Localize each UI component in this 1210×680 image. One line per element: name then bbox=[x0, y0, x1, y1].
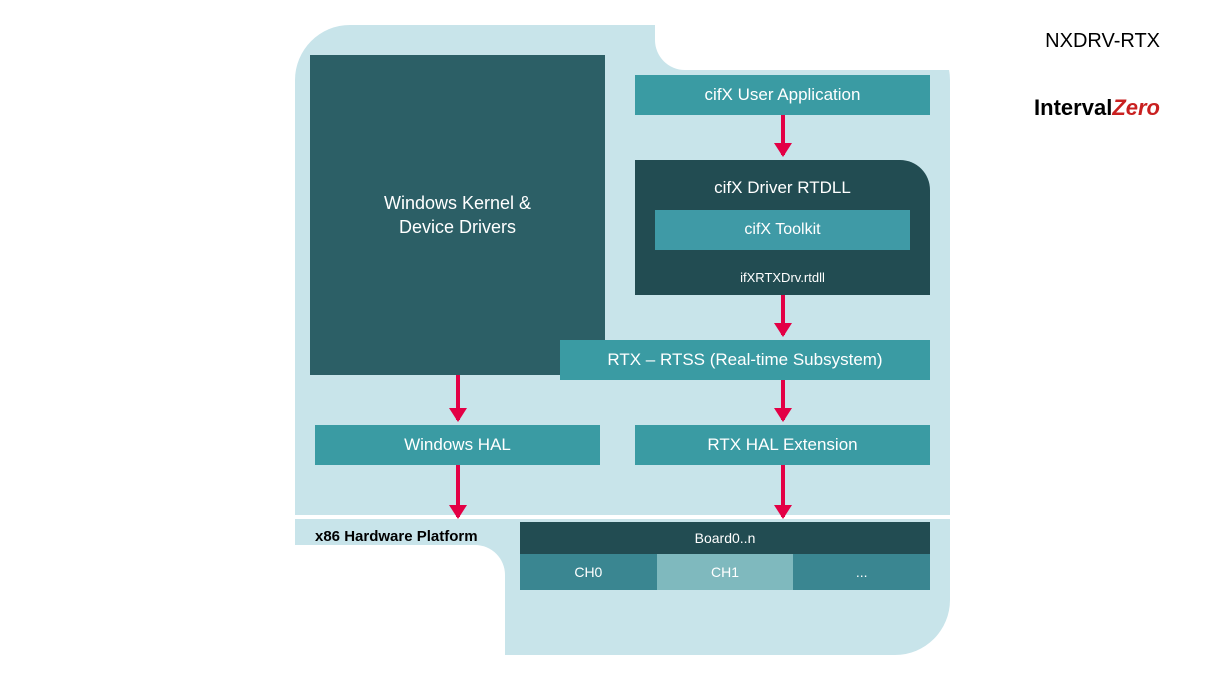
brand-prefix: Interval bbox=[1034, 95, 1112, 120]
arrow-rtxhal-to-board bbox=[781, 465, 785, 517]
rtx-hal-extension-box: RTX HAL Extension bbox=[635, 425, 930, 465]
driver-rtdll-box: cifX Driver RTDLL cifX Toolkit ifXRTXDrv… bbox=[635, 160, 930, 295]
hw-separator bbox=[295, 515, 950, 519]
windows-hal-box: Windows HAL bbox=[315, 425, 600, 465]
page-title: NXDRV-RTX bbox=[1045, 30, 1160, 53]
board-ch0: CH0 bbox=[520, 554, 657, 590]
brand-suffix: Zero bbox=[1112, 95, 1160, 120]
arrow-rtss-to-rtxhal bbox=[781, 380, 785, 420]
arrow-kernel-to-hal bbox=[456, 375, 460, 420]
rtx-rtss-box: RTX – RTSS (Real-time Subsystem) bbox=[560, 340, 930, 380]
rtdll-file-label: ifXRTXDrv.rtdll bbox=[635, 270, 930, 285]
arrow-app-to-rtdll bbox=[781, 115, 785, 155]
brand-logo: IntervalZero bbox=[1034, 95, 1160, 121]
arrow-rtdll-to-rtss bbox=[781, 295, 785, 335]
board-box: Board0..n CH0 CH1 ... bbox=[520, 522, 930, 590]
cifx-toolkit-box: cifX Toolkit bbox=[655, 210, 910, 250]
board-title: Board0..n bbox=[520, 522, 930, 554]
kernel-line1: Windows Kernel & bbox=[384, 193, 531, 213]
board-ch1: CH1 bbox=[657, 554, 794, 590]
board-chn: ... bbox=[793, 554, 930, 590]
kernel-line2: Device Drivers bbox=[399, 217, 516, 237]
rtdll-title: cifX Driver RTDLL bbox=[635, 178, 930, 198]
arrow-hal-to-board bbox=[456, 465, 460, 517]
hardware-platform-label: x86 Hardware Platform bbox=[315, 528, 478, 545]
board-channels: CH0 CH1 ... bbox=[520, 554, 930, 590]
windows-kernel-box: Windows Kernel & Device Drivers bbox=[310, 55, 605, 375]
user-application-box: cifX User Application bbox=[635, 75, 930, 115]
